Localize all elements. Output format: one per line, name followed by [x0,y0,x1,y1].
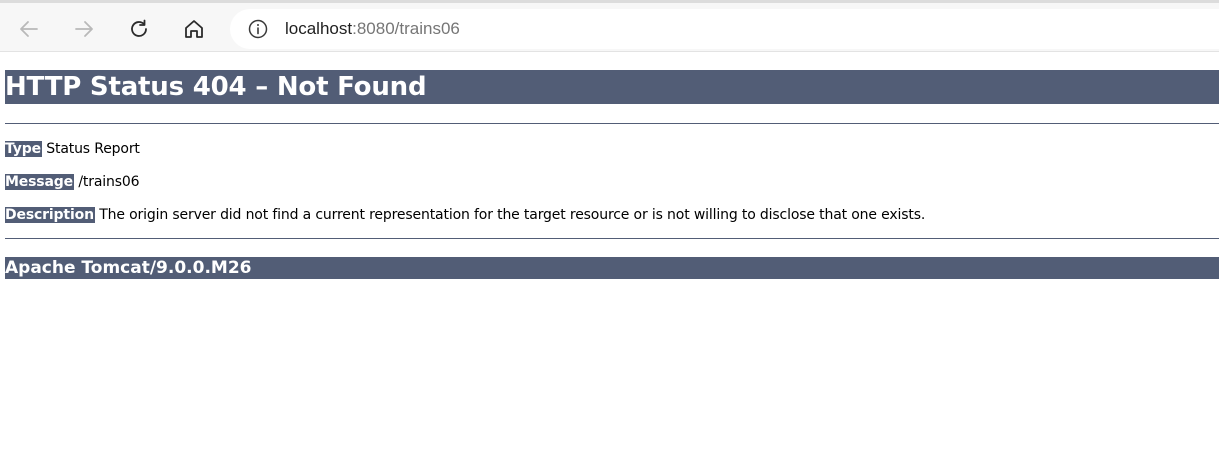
type-value: Status Report [41,141,140,157]
type-label: Type [5,141,42,157]
url-text[interactable]: localhost:8080/trains06 [285,19,460,39]
message-row: Message /trains06 [5,174,140,191]
back-arrow-icon [20,21,38,37]
description-value: The origin server did not find a current… [94,207,926,223]
home-icon [185,20,203,38]
info-icon[interactable] [248,19,268,39]
url-host: localhost [285,19,353,38]
page-title: HTTP Status 404 – Not Found [5,70,1219,104]
url-path: :8080/trains06 [352,19,460,38]
message-value: /trains06 [74,174,140,190]
message-label: Message [5,174,75,190]
server-footer: Apache Tomcat/9.0.0.M26 [5,257,1219,279]
browser-toolbar: localhost:8080/trains06 [0,0,1219,52]
description-row: Description The origin server did not fi… [5,207,925,224]
type-row: Type Status Report [5,141,140,158]
forward-button[interactable] [67,12,101,46]
divider [5,238,1219,239]
description-label: Description [5,207,95,223]
divider [5,123,1219,124]
forward-arrow-icon [75,21,93,37]
error-page: HTTP Status 404 – Not Found Type Status … [5,70,1219,279]
home-button[interactable] [177,12,211,46]
reload-icon [131,19,147,37]
reload-button[interactable] [122,12,156,46]
address-bar[interactable]: localhost:8080/trains06 [230,9,1219,49]
back-button[interactable] [12,12,46,46]
